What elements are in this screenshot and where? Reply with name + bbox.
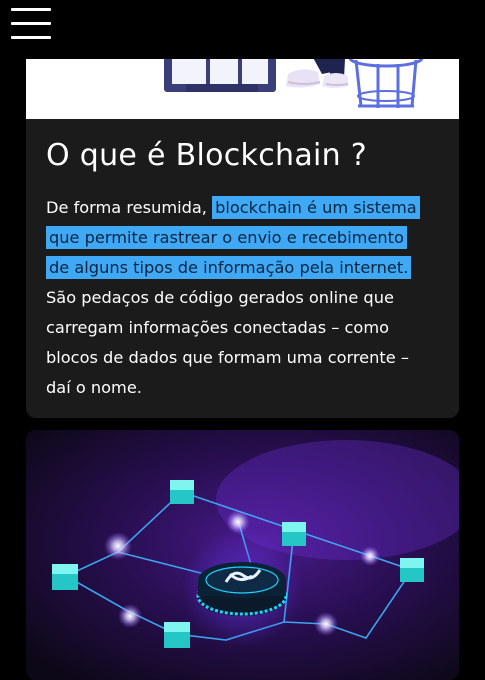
network-svg xyxy=(26,430,459,680)
paragraph-intro: De forma resumida, xyxy=(46,198,207,217)
menu-line xyxy=(11,22,51,25)
menu-line xyxy=(11,36,51,39)
blockchain-network-illustration xyxy=(26,430,459,680)
hamburger-menu-icon[interactable] xyxy=(11,8,51,40)
article-card: O que é Blockchain ? De forma resumida, … xyxy=(26,0,459,418)
menu-line xyxy=(11,8,51,11)
block-cube xyxy=(170,480,194,504)
article-title: O que é Blockchain ? xyxy=(46,138,368,173)
paragraph-rest: São pedaços de código gerados online que… xyxy=(46,288,409,397)
article-paragraph: De forma resumida, blockchain é um siste… xyxy=(46,193,426,403)
top-navigation-bar xyxy=(0,0,485,59)
